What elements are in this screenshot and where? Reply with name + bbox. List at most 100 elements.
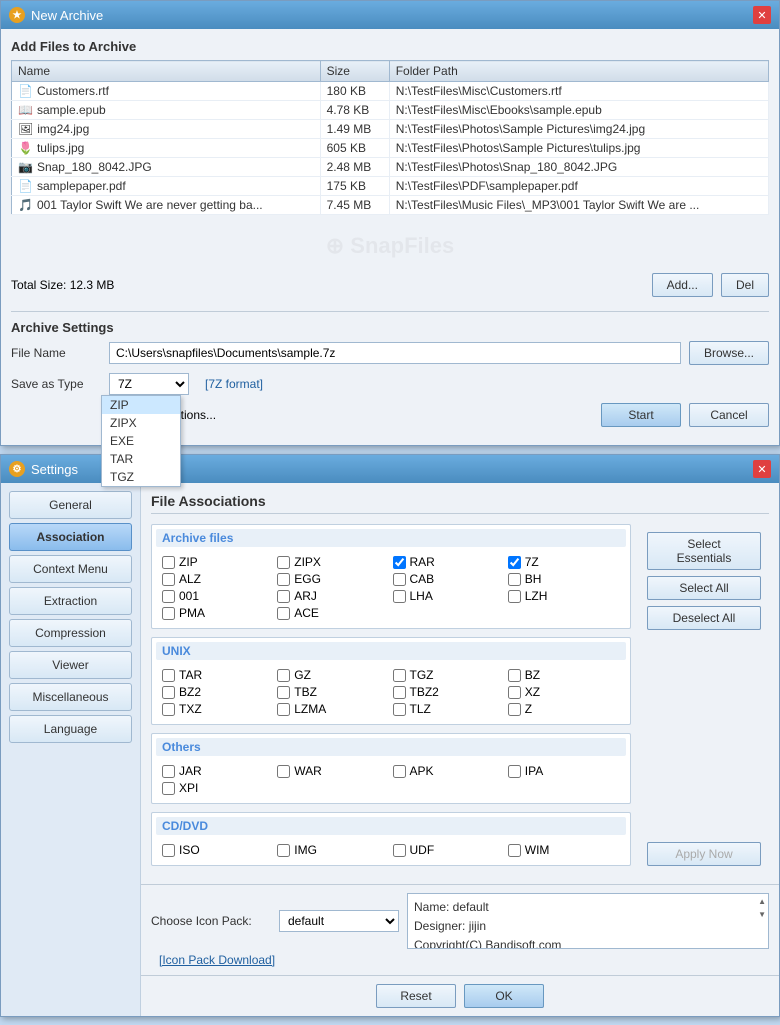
cancel-button[interactable]: Cancel xyxy=(689,403,769,427)
icon-info-box: Name: default Designer: jijin Copyright(… xyxy=(407,893,769,949)
add-files-title: Add Files to Archive xyxy=(11,39,769,54)
file-name-cell: 📷Snap_180_8042.JPG xyxy=(12,158,321,177)
ok-button[interactable]: OK xyxy=(464,984,544,1008)
archive-close-button[interactable]: ✕ xyxy=(753,6,771,24)
cb-lzma: LZMA xyxy=(277,702,389,716)
col-size: Size xyxy=(320,61,389,82)
file-size-cell: 605 KB xyxy=(320,139,389,158)
cb-bz-unix: BZ xyxy=(508,668,620,682)
table-row: 📷Snap_180_8042.JPG 2.48 MB N:\TestFiles\… xyxy=(12,158,769,177)
settings-layout: General Association Context Menu Extract… xyxy=(1,483,779,1016)
deselect-all-button[interactable]: Deselect All xyxy=(647,606,761,630)
sidebar-extraction[interactable]: Extraction xyxy=(9,587,132,615)
unix-section-title: UNIX xyxy=(156,642,626,660)
dropdown-tgz[interactable]: TGZ xyxy=(102,468,180,486)
archive-checkboxes: ZIP ZIPX RAR 7Z ALZ EGG CAB BH 001 ARJ xyxy=(156,551,626,624)
archive-icon: ★ xyxy=(9,7,25,23)
archive-body: Add Files to Archive Name Size Folder Pa… xyxy=(1,29,779,445)
bottom-section: Choose Icon Pack: default Name: default … xyxy=(141,884,779,975)
table-row: 🌷tulips.jpg 605 KB N:\TestFiles\Photos\S… xyxy=(12,139,769,158)
cb-egg: EGG xyxy=(277,572,389,586)
save-type-row: Save as Type 7Z ZIP ZIPX EXE TAR TGZ [7Z… xyxy=(11,373,769,395)
icon-info-copyright: Copyright(C) Bandisoft.com xyxy=(414,936,762,949)
table-row: 📄Customers.rtf 180 KB N:\TestFiles\Misc\… xyxy=(12,82,769,101)
icon-pack-row: Choose Icon Pack: default Name: default … xyxy=(151,893,769,949)
start-button[interactable]: Start xyxy=(601,403,681,427)
file-path-cell: N:\TestFiles\PDF\samplepaper.pdf xyxy=(389,177,768,196)
settings-sidebar: General Association Context Menu Extract… xyxy=(1,483,141,1016)
sidebar-language[interactable]: Language xyxy=(9,715,132,743)
browse-button[interactable]: Browse... xyxy=(689,341,769,365)
files-table: Name Size Folder Path 📄Customers.rtf 180… xyxy=(11,60,769,215)
scroll-down-arrow[interactable]: ▼ xyxy=(758,909,766,922)
select-essentials-button[interactable]: Select Essentials xyxy=(647,532,761,570)
cb-tbz: TBZ xyxy=(277,685,389,699)
archive-title-bar: ★ New Archive ✕ xyxy=(1,1,779,29)
table-bottom-bar: Total Size: 12.3 MB Add... Del xyxy=(11,269,769,301)
cb-lha: LHA xyxy=(393,589,505,603)
total-size-value: 12.3 MB xyxy=(70,278,115,292)
icon-pack-download-link[interactable]: [Icon Pack Download] xyxy=(159,953,275,967)
archive-section-title: Archive files xyxy=(156,529,626,547)
file-name-cell: 🌷tulips.jpg xyxy=(12,139,321,158)
cb-tlz: TLZ xyxy=(393,702,505,716)
file-name-label: File Name xyxy=(11,346,101,360)
dropdown-zipx[interactable]: ZIPX xyxy=(102,414,180,432)
archive-window: ★ New Archive ✕ Add Files to Archive Nam… xyxy=(0,0,780,446)
sidebar-viewer[interactable]: Viewer xyxy=(9,651,132,679)
file-size-cell: 4.78 KB xyxy=(320,101,389,120)
cddvd-checkboxes: ISO IMG UDF WIM xyxy=(156,839,626,861)
sidebar-association[interactable]: Association xyxy=(9,523,132,551)
col-path: Folder Path xyxy=(389,61,768,82)
file-name-cell: 📄samplepaper.pdf xyxy=(12,177,321,196)
cb-rar: RAR xyxy=(393,555,505,569)
cb-tar: TAR xyxy=(162,668,274,682)
icon-pack-select[interactable]: default xyxy=(279,910,399,932)
table-row: 🎵001 Taylor Swift We are never getting b… xyxy=(12,196,769,215)
watermark: ⊕ SnapFiles xyxy=(11,223,769,269)
cb-wim: WIM xyxy=(508,843,620,857)
format-select[interactable]: 7Z ZIP ZIPX EXE TAR TGZ xyxy=(109,373,189,395)
file-name-input[interactable] xyxy=(109,342,681,364)
file-name-row: File Name Browse... xyxy=(11,341,769,365)
format-label: [7Z format] xyxy=(205,377,263,391)
unix-section: UNIX TAR GZ TGZ BZ BZ2 TBZ TBZ2 XZ xyxy=(151,637,631,725)
settings-main: File Associations Archive files ZIP ZIPX xyxy=(141,483,779,1016)
cb-lzh: LZH xyxy=(508,589,620,603)
del-button[interactable]: Del xyxy=(721,273,769,297)
cb-pma: PMA xyxy=(162,606,274,620)
icon-info-name: Name: default xyxy=(414,898,762,917)
sidebar-compression[interactable]: Compression xyxy=(9,619,132,647)
cb-tbz2: TBZ2 xyxy=(393,685,505,699)
dropdown-tar[interactable]: TAR xyxy=(102,450,180,468)
table-row: 📄samplepaper.pdf 175 KB N:\TestFiles\PDF… xyxy=(12,177,769,196)
sidebar-context-menu[interactable]: Context Menu xyxy=(9,555,132,583)
cb-ace: ACE xyxy=(277,606,389,620)
total-size-label: Total Size: xyxy=(11,278,66,292)
others-section: Others JAR WAR APK IPA XPI xyxy=(151,733,631,804)
total-size: Total Size: 12.3 MB xyxy=(11,278,114,292)
sidebar-general[interactable]: General xyxy=(9,491,132,519)
cb-udf: UDF xyxy=(393,843,505,857)
cb-zip: ZIP xyxy=(162,555,274,569)
dropdown-menu: ZIP ZIPX EXE TAR TGZ xyxy=(101,395,181,487)
file-path-cell: N:\TestFiles\Misc\Customers.rtf xyxy=(389,82,768,101)
save-type-label: Save as Type xyxy=(11,377,101,391)
file-path-cell: N:\TestFiles\Music Files\_MP3\001 Taylor… xyxy=(389,196,768,215)
sidebar-miscellaneous[interactable]: Miscellaneous xyxy=(9,683,132,711)
icon-info-designer: Designer: jijin xyxy=(414,917,762,936)
reset-button[interactable]: Reset xyxy=(376,984,456,1008)
others-checkboxes: JAR WAR APK IPA XPI xyxy=(156,760,626,799)
cb-tgz: TGZ xyxy=(393,668,505,682)
cb-jar: JAR xyxy=(162,764,274,778)
cb-apk: APK xyxy=(393,764,505,778)
cb-txz: TXZ xyxy=(162,702,274,716)
settings-close-button[interactable]: ✕ xyxy=(753,460,771,478)
dropdown-zip[interactable]: ZIP xyxy=(102,396,180,414)
apply-now-button[interactable]: Apply Now xyxy=(647,842,761,866)
dropdown-exe[interactable]: EXE xyxy=(102,432,180,450)
add-button[interactable]: Add... xyxy=(652,273,713,297)
file-path-cell: N:\TestFiles\Photos\Snap_180_8042.JPG xyxy=(389,158,768,177)
scroll-up-arrow[interactable]: ▲ xyxy=(758,896,766,909)
select-all-button[interactable]: Select All xyxy=(647,576,761,600)
